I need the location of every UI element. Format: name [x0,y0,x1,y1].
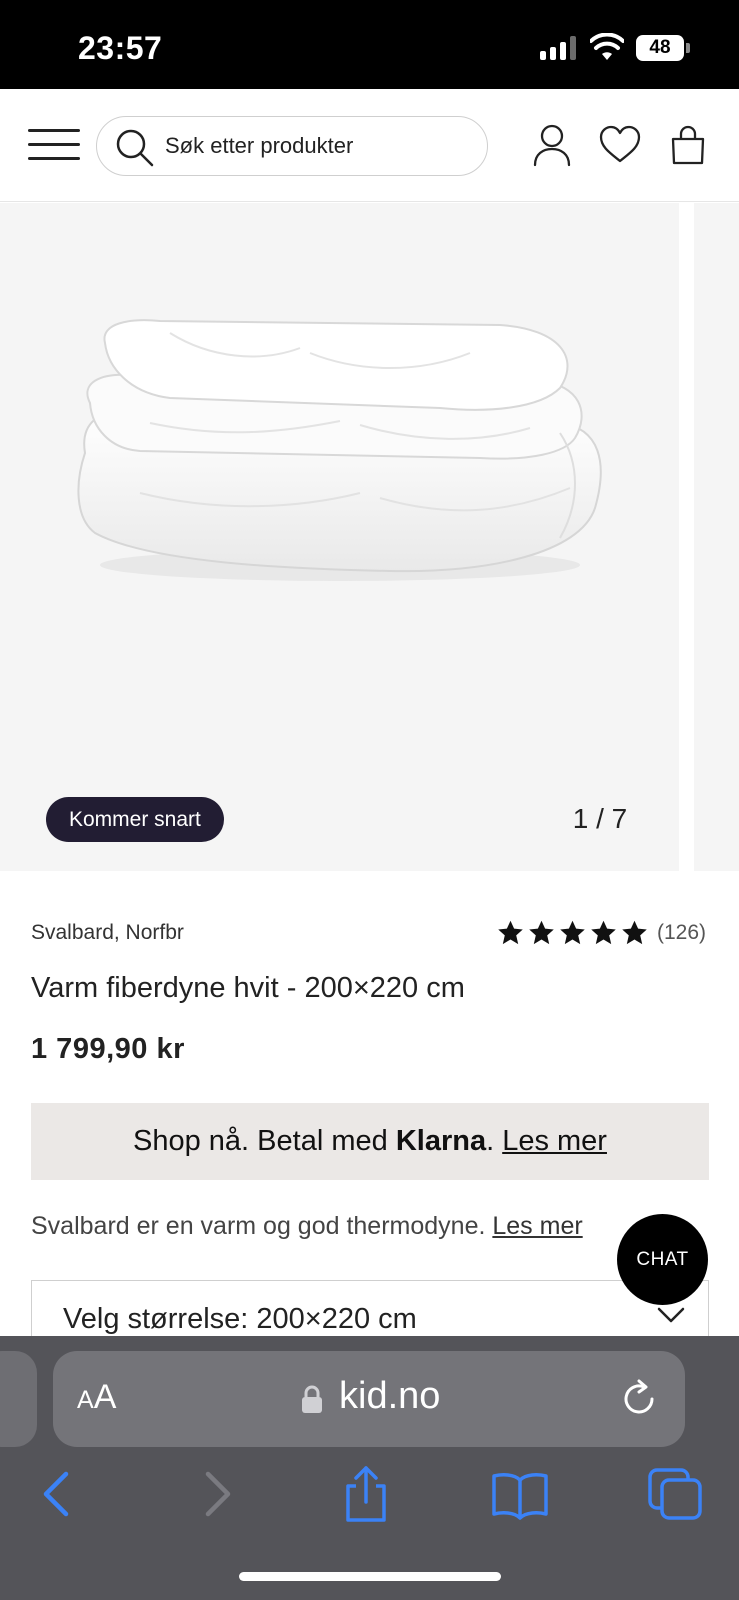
wifi-icon [590,33,624,60]
description-text: Svalbard er en varm og god thermodyne. [31,1212,493,1240]
safari-toolbar: AA kid.no [0,1336,739,1600]
star-icon [498,920,523,945]
status-bar: 23:57 48 [0,0,739,89]
product-gallery[interactable]: Kommer snart 1 / 7 [0,203,739,871]
bookmarks-icon[interactable] [490,1466,550,1522]
share-icon[interactable] [336,1466,396,1522]
search-icon [116,129,154,167]
star-icon [529,920,554,945]
product-title: Varm fiberdyne hvit - 200×220 cm [31,972,465,1004]
size-select-label: Velg størrelse: 200×220 cm [63,1303,417,1335]
forward-arrow-icon[interactable] [184,1466,244,1522]
status-time: 23:57 [78,30,163,66]
search-input[interactable] [165,117,465,174]
klarna-banner: Shop nå. Betal med Klarna. Les mer [31,1103,709,1180]
status-badge: Kommer snart [46,797,224,842]
klarna-read-more-link[interactable]: Les mer [502,1125,607,1157]
product-description: Svalbard er en varm og god thermodyne. L… [31,1212,583,1241]
chevron-down-icon [657,1307,685,1323]
star-icon [591,920,616,945]
text-size-button[interactable]: AA [77,1378,116,1417]
aa-large: A [93,1378,117,1416]
reload-icon[interactable] [619,1379,659,1419]
product-rating[interactable]: (126) [496,918,706,948]
review-count: (126) [657,921,707,944]
star-icon [560,920,585,945]
search-box[interactable] [96,116,488,176]
gallery-main-slide[interactable]: Kommer snart 1 / 7 [0,203,679,871]
tabs-icon[interactable] [646,1466,706,1522]
klarna-text: Shop nå. Betal med [133,1125,396,1157]
chat-button[interactable]: CHAT [617,1214,708,1305]
gallery-counter: 1 / 7 [572,803,628,834]
previous-tab-preview[interactable] [0,1351,37,1447]
product-price: 1 799,90 kr [31,1033,185,1065]
shopping-bag-icon[interactable] [666,123,710,167]
home-indicator[interactable] [239,1572,501,1581]
klarna-dot: . [486,1125,503,1157]
battery-level: 48 [636,35,684,61]
lock-icon [302,1385,322,1413]
site-header [0,89,739,202]
product-brand[interactable]: Svalbard, Norfbr [31,921,184,945]
battery-tip [686,43,690,53]
duvet-product-image [77,319,602,581]
gallery-next-slide[interactable] [694,203,739,871]
menu-button[interactable] [28,127,80,163]
description-read-more-link[interactable]: Les mer [492,1212,582,1240]
klarna-logo: Klarna [395,1125,487,1157]
account-icon[interactable] [530,123,574,167]
address-bar[interactable]: AA kid.no [53,1351,685,1447]
url-text[interactable]: kid.no [339,1375,440,1418]
back-arrow-icon[interactable] [30,1466,90,1522]
heart-icon[interactable] [598,123,642,167]
aa-small: A [77,1386,94,1414]
star-icon [622,920,647,945]
cellular-signal-icon [540,36,578,60]
